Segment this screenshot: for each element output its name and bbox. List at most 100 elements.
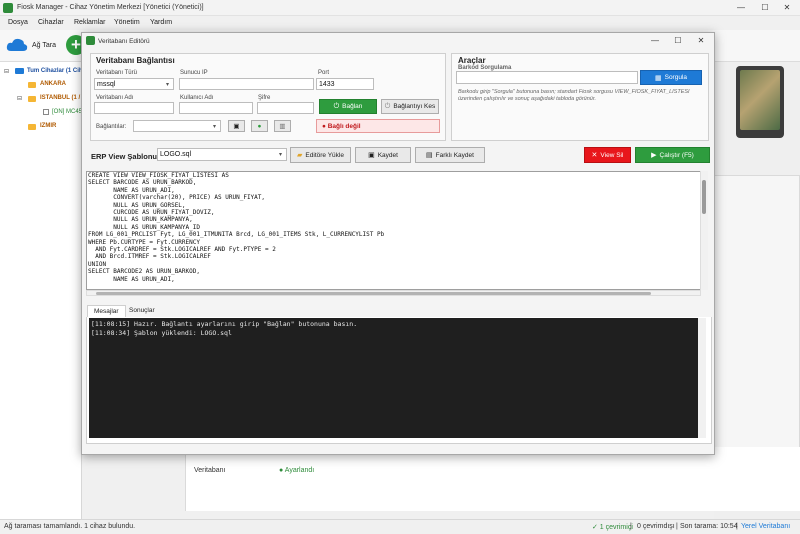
console-line: [11:08:34] Şablon yüklendi: LOGO.sql (91, 328, 232, 337)
unplug-icon: ⏻ (384, 102, 391, 110)
connect-button[interactable]: ⏻ Bağlan (319, 99, 377, 114)
username-label: Kullanıcı Adı (180, 95, 214, 101)
sql-line[interactable]: NULL AS URUN_GORSEL, (88, 202, 700, 209)
password-label: Şifre (258, 95, 271, 101)
folder-icon (28, 124, 36, 130)
device-detail-row (186, 447, 800, 511)
sql-line[interactable]: WHERE Pb.CURTYPE = Fyt.CURRENCY (88, 239, 700, 246)
status-offline: 0 çevrimdışı (637, 523, 675, 530)
erp-template-label: ERP View Şablonu: (91, 152, 160, 161)
tree-item-izmir[interactable]: IZMIR (40, 123, 56, 129)
add-connection-button[interactable]: ● (251, 120, 268, 132)
connection-group-title: Veritabanı Bağlantısı (96, 56, 175, 65)
disconnect-button[interactable]: ⏻ Bağlantıyı Kes (381, 99, 439, 114)
tab-messages[interactable]: Mesajlar (87, 305, 126, 317)
save-connection-button[interactable]: ▣ (228, 120, 245, 132)
chevron-down-icon: ▾ (166, 82, 170, 88)
server-ip-input[interactable] (179, 78, 314, 90)
sql-line[interactable]: CONVERT(varchar(20), PRICE) AS URUN_FIYA… (88, 194, 700, 201)
sql-line[interactable]: NULL AS URUN_KAMPANYA, (88, 216, 700, 223)
dialog-minimize-button[interactable]: — (644, 35, 666, 47)
menu-cihazlar[interactable]: Cihazlar (38, 19, 64, 26)
add-icon: ● (257, 122, 262, 130)
run-button[interactable]: ▶ Çalıştır (F5) (635, 147, 710, 163)
sql-line[interactable]: CREATE VIEW VIEW_FIOSK_FIYAT_LISTESI AS (88, 172, 700, 179)
menu-dosya[interactable]: Dosya (8, 19, 28, 26)
chevron-down-icon: ▾ (279, 152, 283, 158)
status-sep: | (676, 523, 678, 530)
sql-line[interactable]: SELECT BARCODE2 AS URUN_BARKOD, (88, 268, 700, 275)
folder-icon (28, 96, 36, 102)
maximize-button[interactable]: ☐ (754, 2, 776, 14)
password-input[interactable] (257, 102, 314, 114)
play-icon: ▶ (651, 152, 657, 159)
status-last-scan: Son tarama: 10:54 (680, 523, 738, 530)
folder-open-icon: ▰ (297, 152, 303, 159)
chevron-down-icon: ▾ (213, 124, 217, 130)
save-icon: ▣ (233, 123, 240, 130)
delete-connection-button[interactable]: ▥ (274, 120, 291, 132)
trash-icon: ▥ (279, 123, 286, 130)
port-input[interactable]: 1433 (316, 78, 374, 90)
tree-collapse-icon[interactable]: ⊟ (4, 68, 9, 75)
menu-reklamlar[interactable]: Reklamlar (74, 19, 106, 26)
table-icon: ▦ (654, 74, 662, 82)
cloud-scan-icon[interactable] (6, 37, 28, 52)
saved-connections-select[interactable] (133, 120, 221, 132)
barcode-input[interactable] (456, 71, 638, 84)
sql-code[interactable]: CREATE VIEW VIEW_FIOSK_FIYAT_LISTESI AS S… (88, 172, 700, 283)
username-input[interactable] (179, 102, 253, 114)
dialog-titlebar (82, 33, 714, 49)
menu-yardim[interactable]: Yardım (150, 19, 172, 26)
minimize-button[interactable]: — (730, 2, 752, 14)
close-button[interactable]: ✕ (776, 2, 798, 14)
dialog-maximize-button[interactable]: ☐ (667, 35, 689, 47)
device-icon (43, 109, 49, 115)
query-button[interactable]: ▦ Sorgula (640, 70, 702, 85)
detail-db-label: Veritabanı (194, 467, 226, 474)
status-sep: | (630, 523, 632, 530)
save-as-button[interactable]: ▤ Farklı Kaydet (415, 147, 485, 163)
tools-help-text-2: üzerinden çalıştırılır ve sonuç aşağıdak… (458, 96, 596, 102)
plug-icon: ⏻ (333, 102, 340, 110)
status-db: Yerel Veritabanı (741, 523, 791, 530)
tab-results[interactable]: Sonuçlar (123, 305, 161, 317)
scan-network-button[interactable]: Ağ Tara (32, 42, 56, 49)
connection-status-badge: ● Bağlı değil (316, 119, 440, 133)
device-tree (0, 62, 82, 519)
tree-item-ankara[interactable]: ANKARA (40, 81, 66, 87)
load-to-editor-button[interactable]: ▰ Editöre Yükle (290, 147, 351, 163)
sql-line[interactable]: AND Brcd.ITMREF = Stk.LOGICALREF (88, 253, 700, 260)
sql-line[interactable]: CURCODE AS URUN_FIYAT_DOVIZ, (88, 209, 700, 216)
sql-line[interactable]: SELECT BARCODE AS URUN_BARKOD, (88, 179, 700, 186)
erp-template-select[interactable]: LOGO.sql (157, 148, 287, 161)
sql-editor-hscroll-thumb[interactable] (96, 292, 651, 295)
console-scrollbar[interactable] (698, 318, 706, 438)
db-type-label: Veritabanı Türü (96, 70, 137, 76)
sql-line[interactable]: FROM LG_001_PRCLIST Fyt, LG_001_ITMUNITA… (88, 231, 700, 238)
sql-line[interactable]: NAME AS URUN_ADI, (88, 187, 700, 194)
save-icon: ▣ (368, 152, 375, 159)
devices-icon (15, 68, 24, 74)
status-message: Ağ taraması tamamlandı. 1 cihaz bulundu. (4, 523, 136, 530)
menu-yonetim[interactable]: Yönetim (114, 19, 140, 26)
connections-label: Bağlantılar: (96, 124, 127, 130)
sql-line[interactable]: UNION (88, 261, 700, 268)
db-name-label: Veritabanı Adı (96, 95, 134, 101)
db-name-input[interactable] (94, 102, 174, 114)
dialog-close-button[interactable]: ✕ (690, 35, 712, 47)
db-type-select[interactable]: mssql (94, 78, 174, 90)
save-as-icon: ▤ (426, 152, 433, 159)
status-online: ✓ 1 çevrimiçi (592, 524, 633, 531)
sql-editor-scroll-thumb[interactable] (702, 180, 706, 214)
folder-icon (28, 82, 36, 88)
sql-line[interactable]: AND Fyt.CARDREF = Stk.LOGICALREF AND Fyt… (88, 246, 700, 253)
tree-collapse-icon[interactable]: ⊟ (17, 95, 22, 102)
port-label: Port (318, 70, 330, 76)
app-logo-icon (3, 3, 13, 13)
save-template-button[interactable]: ▣ Kaydet (355, 147, 411, 163)
sql-line[interactable]: NAME AS URUN_ADI, (88, 276, 700, 283)
drop-view-button[interactable]: ✕ View Sil (584, 147, 631, 163)
sql-line[interactable]: NULL AS URUN_KAMPANYA_ID (88, 224, 700, 231)
detail-db-status: ● Ayarlandı (279, 467, 315, 474)
